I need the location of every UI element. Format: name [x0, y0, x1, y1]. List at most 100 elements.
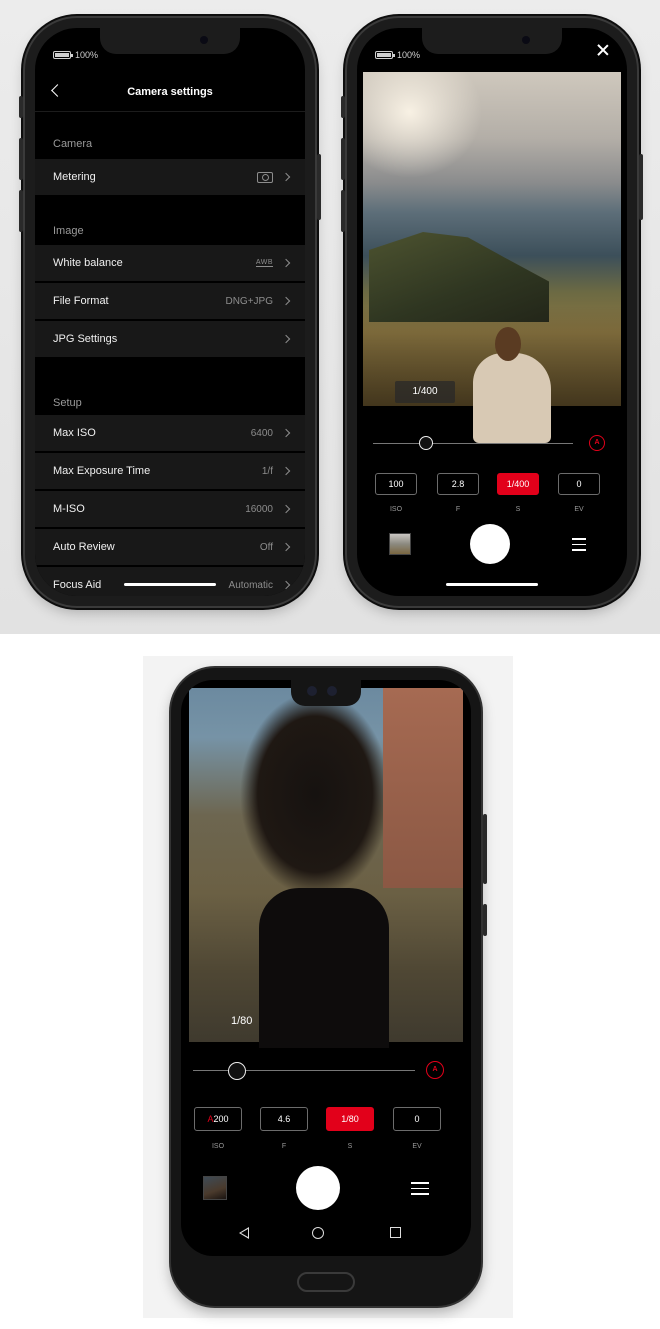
row-value: 6400: [250, 427, 273, 439]
notch: [422, 28, 562, 54]
power-button: [317, 154, 321, 220]
chevron-right-icon: [281, 466, 291, 476]
battery-icon: [53, 51, 73, 59]
row-label: M-ISO: [53, 503, 85, 515]
aperture-label: F: [455, 506, 461, 513]
settings-screen: 100% Camera settings Camera Metering Ima…: [35, 28, 305, 596]
row-value: Off: [259, 541, 273, 553]
iso-button[interactable]: A200: [194, 1107, 242, 1131]
settings-row-metering[interactable]: Metering: [35, 159, 305, 196]
chevron-right-icon: [281, 172, 291, 182]
battery-icon: [375, 51, 395, 59]
settings-row-auto-review[interactable]: Auto Review Off: [35, 529, 305, 566]
settings-row-focus-aid[interactable]: Focus Aid Automatic: [35, 567, 305, 596]
iso-label: ISO: [389, 506, 403, 513]
auto-mode-button[interactable]: A: [589, 435, 605, 451]
nav-home-icon[interactable]: [312, 1227, 324, 1239]
chevron-right-icon: [281, 542, 291, 552]
aperture-button[interactable]: 4.6: [260, 1107, 308, 1131]
home-indicator[interactable]: [446, 583, 538, 586]
camera-screen: 100% 1/400 A 100 2.8 1/400 0 ISO F S EV: [357, 28, 627, 596]
power-button: [639, 154, 643, 220]
exposure-readout: 1/80: [231, 1015, 253, 1027]
home-indicator[interactable]: [124, 583, 216, 586]
aperture-label: F: [281, 1143, 287, 1150]
exposure-slider-thumb[interactable]: [419, 436, 433, 450]
settings-row-file-format[interactable]: File Format DNG+JPG: [35, 283, 305, 320]
viewfinder-image[interactable]: [189, 688, 463, 1048]
gallery-thumbnail[interactable]: [203, 1176, 227, 1200]
exposure-slider-thumb[interactable]: [228, 1062, 246, 1080]
person-silhouette: [259, 888, 389, 1048]
section-label-camera: Camera: [53, 138, 93, 150]
chevron-right-icon: [281, 296, 291, 306]
person-silhouette: [473, 327, 551, 443]
battery-percent: 100%: [397, 50, 421, 60]
row-value: DNG+JPG: [225, 295, 273, 307]
settings-row-m-iso[interactable]: M-ISO 16000: [35, 491, 305, 528]
exposure-slider-track[interactable]: [373, 443, 573, 444]
volume-up-button: [341, 138, 345, 180]
volume-button: [483, 814, 487, 884]
menu-icon[interactable]: [411, 1182, 429, 1199]
battery-percent: 100%: [75, 50, 99, 60]
aperture-button[interactable]: 2.8: [437, 473, 479, 495]
menu-icon[interactable]: [572, 538, 586, 555]
front-camera-icon: [307, 686, 317, 696]
back-icon[interactable]: [51, 84, 64, 97]
iso-value: 200: [213, 1114, 229, 1124]
viewfinder-image[interactable]: [363, 72, 621, 443]
row-label: Metering: [53, 171, 96, 183]
iphone-camera-frame: 100% 1/400 A 100 2.8 1/400 0 ISO F S EV: [341, 18, 643, 606]
row-label: JPG Settings: [53, 333, 118, 345]
mute-switch: [341, 96, 345, 118]
row-label: White balance: [53, 257, 123, 269]
row-label: File Format: [53, 295, 109, 307]
auto-mode-button[interactable]: A: [426, 1061, 444, 1079]
chevron-right-icon: [281, 258, 291, 268]
iso-button[interactable]: 100: [375, 473, 417, 495]
status-bar: 100%: [53, 50, 98, 60]
ev-label: EV: [412, 1143, 422, 1150]
volume-down-button: [341, 190, 345, 232]
settings-header: Camera settings: [35, 72, 305, 112]
chevron-right-icon: [281, 504, 291, 514]
section-label-setup: Setup: [53, 397, 82, 409]
android-camera-screen: 1/80 A A200 4.6 1/80 0 ISO F S EV: [181, 680, 471, 1256]
ev-button[interactable]: 0: [558, 473, 600, 495]
ev-button[interactable]: 0: [393, 1107, 441, 1131]
gallery-thumbnail[interactable]: [389, 533, 411, 555]
close-icon[interactable]: [597, 44, 609, 56]
spot-metering-icon: [257, 171, 273, 183]
row-value: 1/f: [261, 465, 273, 477]
shutter-speed-button[interactable]: 1/400: [497, 473, 539, 495]
row-label: Auto Review: [53, 541, 115, 553]
shutter-speed-button[interactable]: 1/80: [326, 1107, 374, 1131]
exposure-readout: 1/400: [395, 381, 455, 403]
cliff-shape: [369, 232, 549, 322]
volume-up-button: [19, 138, 23, 180]
shutter-button[interactable]: [470, 524, 510, 564]
settings-row-max-iso[interactable]: Max ISO 6400: [35, 415, 305, 452]
shutter-speed-label: S: [347, 1143, 353, 1150]
iso-label: ISO: [211, 1143, 225, 1150]
volume-down-button: [19, 190, 23, 232]
settings-row-white-balance[interactable]: White balance AWB: [35, 245, 305, 282]
row-label: Max Exposure Time: [53, 465, 151, 477]
chevron-right-icon: [281, 580, 291, 590]
wall-shape: [383, 688, 463, 888]
fingerprint-home-button[interactable]: [297, 1272, 355, 1292]
shutter-button[interactable]: [296, 1166, 340, 1210]
chevron-right-icon: [281, 428, 291, 438]
row-value: Automatic: [228, 579, 273, 591]
nav-recents-icon[interactable]: [390, 1227, 401, 1238]
nav-back-icon[interactable]: [239, 1227, 249, 1239]
notch: [291, 680, 361, 706]
android-nav-bar: [181, 1212, 471, 1256]
notch: [100, 28, 240, 54]
row-label: Max ISO: [53, 427, 96, 439]
settings-row-max-exposure-time[interactable]: Max Exposure Time 1/f: [35, 453, 305, 490]
power-button: [483, 904, 487, 936]
settings-row-jpg-settings[interactable]: JPG Settings: [35, 321, 305, 358]
exposure-slider-track[interactable]: [193, 1070, 415, 1071]
